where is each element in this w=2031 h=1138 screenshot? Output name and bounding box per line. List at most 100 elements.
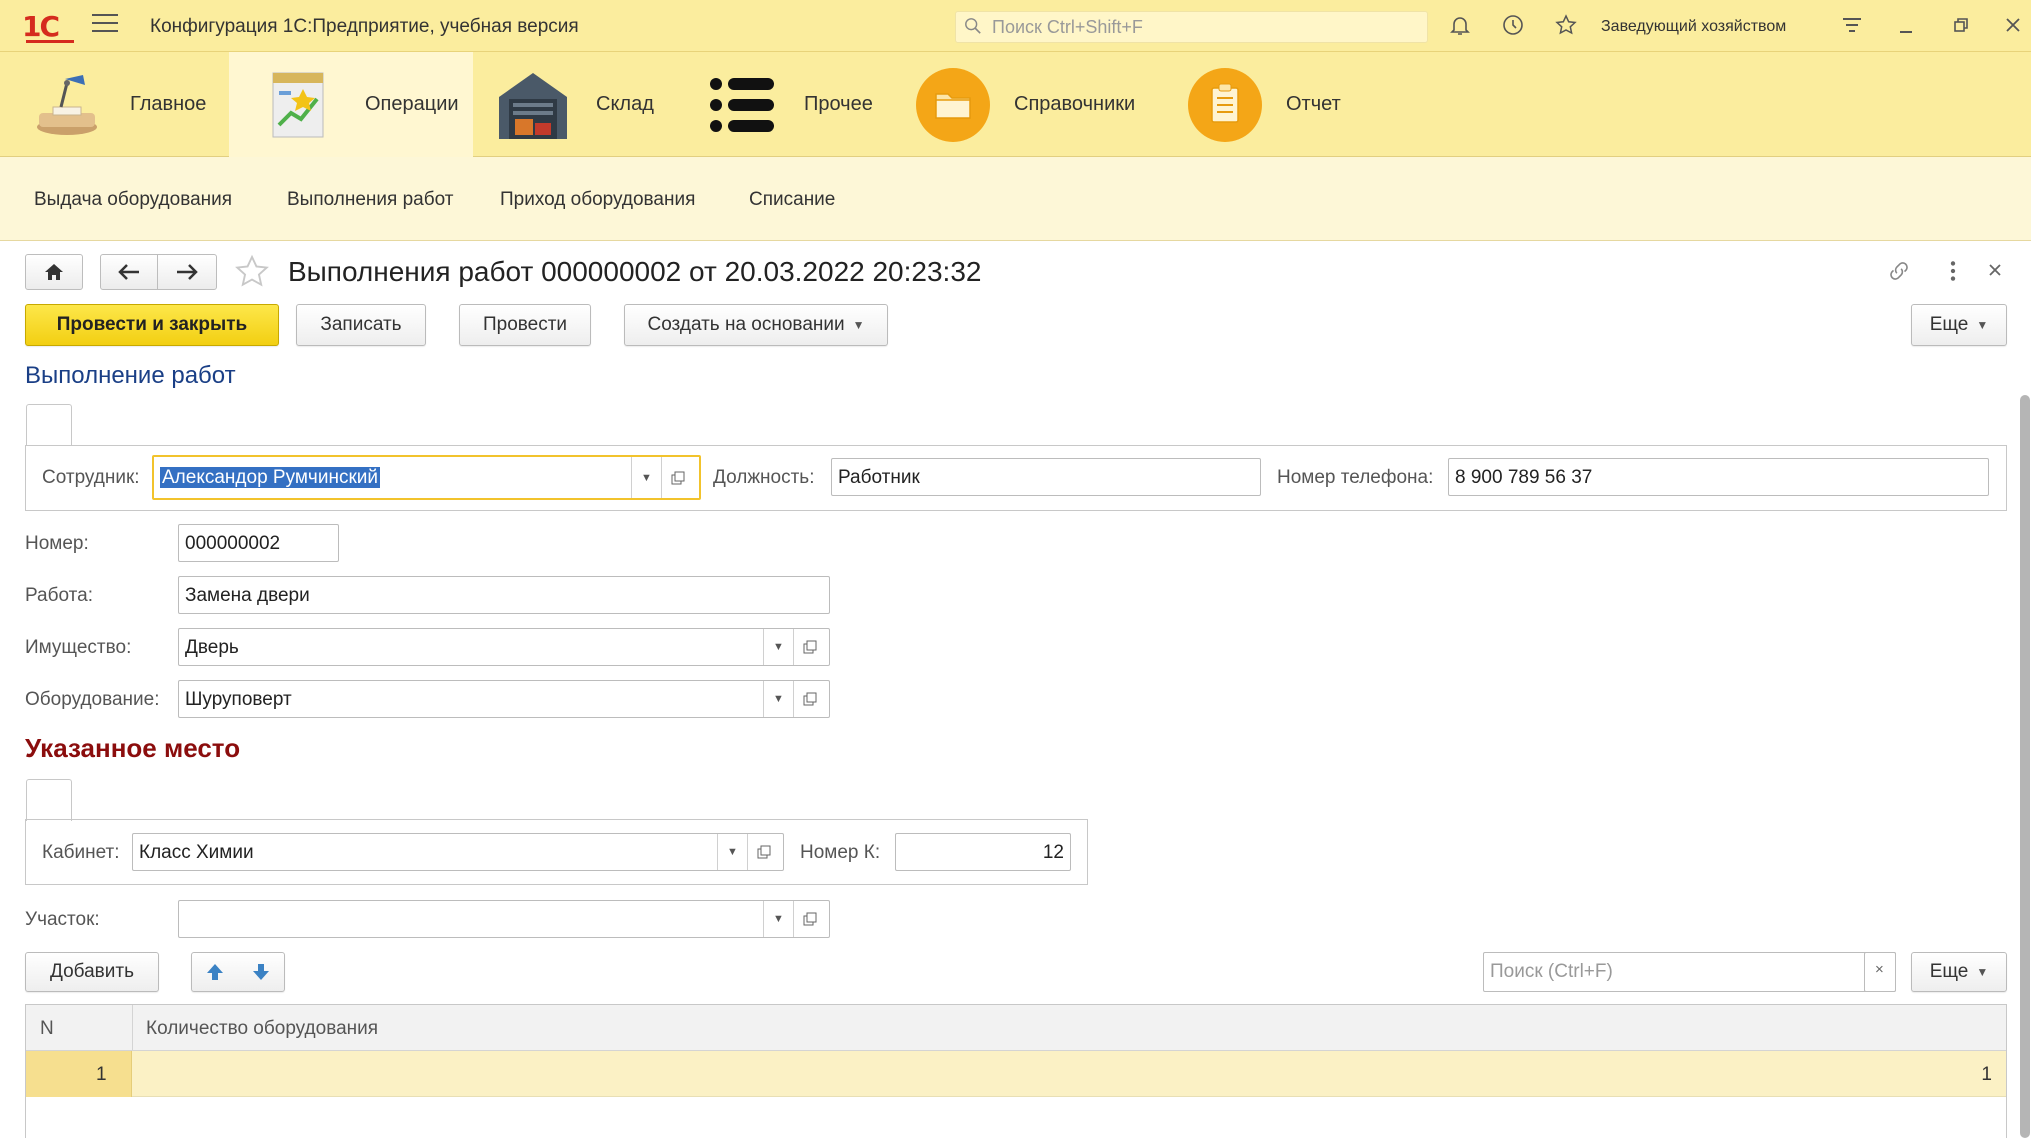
favorites-star-icon[interactable] bbox=[1553, 13, 1579, 39]
chevron-down-icon: ▼ bbox=[1976, 318, 1989, 332]
table-header: N Количество оборудования bbox=[26, 1005, 2006, 1051]
area-label: Участок: bbox=[25, 909, 100, 930]
section-warehouse[interactable]: Склад bbox=[494, 52, 694, 157]
history-icon[interactable] bbox=[1500, 13, 1526, 39]
operations-chart-icon bbox=[259, 66, 337, 144]
current-user[interactable]: Заведующий хозяйством bbox=[1601, 18, 1786, 36]
logo-underline bbox=[26, 40, 74, 43]
desk-lamp-icon bbox=[28, 66, 106, 144]
minimize-icon[interactable] bbox=[1893, 13, 1919, 39]
arrow-right-icon bbox=[177, 264, 198, 280]
equipment-field[interactable]: Шуруповерт ▼ bbox=[178, 680, 830, 718]
main-menu-icon[interactable] bbox=[92, 14, 118, 36]
app-window: { "window": { "logo": "1С", "title": "Ко… bbox=[0, 0, 2031, 1138]
table-more-button[interactable]: Еще ▼ bbox=[1911, 952, 2007, 992]
scrollbar[interactable] bbox=[2020, 395, 2030, 1138]
section-main[interactable]: Главное bbox=[28, 52, 228, 157]
cabinet-open-button[interactable] bbox=[747, 834, 779, 870]
more-button[interactable]: Еще ▼ bbox=[1911, 304, 2007, 346]
section-report[interactable]: Отчет bbox=[1186, 52, 1386, 157]
room-number-field[interactable]: 12 bbox=[895, 833, 1071, 871]
equipment-value: Шуруповерт bbox=[185, 689, 292, 710]
search-icon bbox=[965, 18, 981, 34]
employee-value: Александор Румчинский bbox=[160, 467, 380, 488]
table-row[interactable]: 1 1 bbox=[26, 1051, 2006, 1097]
column-header-n[interactable]: N bbox=[40, 1018, 54, 1040]
section-label-other: Прочее bbox=[804, 93, 873, 115]
post-button[interactable]: Провести bbox=[459, 304, 591, 346]
move-up-icon[interactable] bbox=[205, 962, 225, 982]
open-icon bbox=[803, 692, 816, 706]
equipment-open-button[interactable] bbox=[793, 681, 825, 717]
more-vertical-icon[interactable] bbox=[1940, 258, 1966, 290]
row-number: 1 bbox=[96, 1064, 107, 1085]
section-operations[interactable]: Операции bbox=[229, 52, 473, 157]
position-value: Работник bbox=[838, 467, 920, 488]
back-button[interactable] bbox=[100, 254, 158, 290]
app-logo: 1С bbox=[22, 10, 60, 43]
forward-button[interactable] bbox=[157, 254, 217, 290]
post-and-close-button[interactable]: Провести и закрыть bbox=[25, 304, 279, 346]
employee-field[interactable]: Александор Румчинский ▼ bbox=[152, 455, 701, 500]
global-search-input[interactable]: Поиск Ctrl+Shift+F bbox=[955, 11, 1428, 43]
column-header-quantity[interactable]: Количество оборудования bbox=[146, 1018, 378, 1040]
restore-icon[interactable] bbox=[1948, 13, 1974, 39]
nav-write-off[interactable]: Списание bbox=[749, 189, 835, 211]
number-value: 000000002 bbox=[185, 533, 281, 554]
employee-open-button[interactable] bbox=[661, 457, 693, 498]
warehouse-icon bbox=[494, 66, 572, 144]
navigation-panel: Выдача оборудования Выполнения работ При… bbox=[0, 157, 2031, 241]
cabinet-dropdown-button[interactable]: ▼ bbox=[717, 834, 747, 870]
property-label: Имущество: bbox=[25, 637, 132, 658]
add-row-button[interactable]: Добавить bbox=[25, 952, 159, 992]
row-quantity[interactable]: 1 bbox=[1981, 1064, 1992, 1086]
employee-dropdown-button[interactable]: ▼ bbox=[631, 457, 661, 498]
room-number-value: 12 bbox=[1042, 842, 1064, 863]
section-label-warehouse: Склад bbox=[596, 93, 654, 115]
section-label-operations: Операции bbox=[365, 93, 459, 115]
work-field[interactable]: Замена двери bbox=[178, 576, 830, 614]
clear-search-icon[interactable]: × bbox=[1864, 952, 1896, 992]
phone-field[interactable]: 8 900 789 56 37 bbox=[1448, 458, 1989, 496]
section-catalogs[interactable]: Справочники bbox=[914, 52, 1164, 157]
list-icon bbox=[704, 66, 782, 144]
settings-menu-icon[interactable] bbox=[1839, 13, 1865, 39]
app-title: Конфигурация 1С:Предприятие, учебная вер… bbox=[150, 16, 579, 37]
equipment-dropdown-button[interactable]: ▼ bbox=[763, 681, 793, 717]
work-value: Замена двери bbox=[185, 585, 310, 606]
area-open-button[interactable] bbox=[793, 901, 825, 937]
section-other[interactable]: Прочее bbox=[704, 52, 904, 157]
table-more-label: Еще bbox=[1929, 961, 1969, 982]
table-search-input[interactable]: Поиск (Ctrl+F) bbox=[1483, 952, 1896, 992]
link-icon[interactable] bbox=[1886, 258, 1912, 290]
section-label-report: Отчет bbox=[1286, 93, 1341, 115]
home-button[interactable] bbox=[25, 254, 83, 290]
create-based-on-button[interactable]: Создать на основании ▼ bbox=[624, 304, 888, 346]
favorite-star-icon[interactable] bbox=[232, 253, 272, 296]
close-form-icon[interactable] bbox=[1983, 258, 2007, 288]
nav-equipment-receipt[interactable]: Приход оборудования bbox=[500, 189, 695, 211]
area-dropdown-button[interactable]: ▼ bbox=[763, 901, 793, 937]
nav-equipment-issue[interactable]: Выдача оборудования bbox=[34, 189, 232, 211]
property-open-button[interactable] bbox=[793, 629, 825, 665]
property-dropdown-button[interactable]: ▼ bbox=[763, 629, 793, 665]
bell-icon[interactable] bbox=[1447, 13, 1473, 39]
number-field[interactable]: 000000002 bbox=[178, 524, 339, 562]
open-icon bbox=[757, 845, 770, 859]
chevron-down-icon: ▼ bbox=[852, 318, 865, 332]
home-icon bbox=[45, 264, 63, 280]
phone-value: 8 900 789 56 37 bbox=[1455, 467, 1593, 488]
position-field[interactable]: Работник bbox=[831, 458, 1261, 496]
area-field[interactable]: ▼ bbox=[178, 900, 830, 938]
phone-label: Номер телефона: bbox=[1277, 467, 1434, 488]
save-button[interactable]: Записать bbox=[296, 304, 426, 346]
global-search-placeholder: Поиск Ctrl+Shift+F bbox=[992, 17, 1143, 37]
close-window-icon[interactable] bbox=[2000, 13, 2026, 39]
section-label-catalogs: Справочники bbox=[1014, 93, 1136, 115]
property-field[interactable]: Дверь ▼ bbox=[178, 628, 830, 666]
nav-work-completion[interactable]: Выполнения работ bbox=[287, 189, 453, 211]
work-label: Работа: bbox=[25, 585, 93, 606]
cabinet-field[interactable]: Класс Химии ▼ bbox=[132, 833, 784, 871]
move-down-icon[interactable] bbox=[251, 962, 271, 982]
property-value: Дверь bbox=[185, 637, 239, 658]
